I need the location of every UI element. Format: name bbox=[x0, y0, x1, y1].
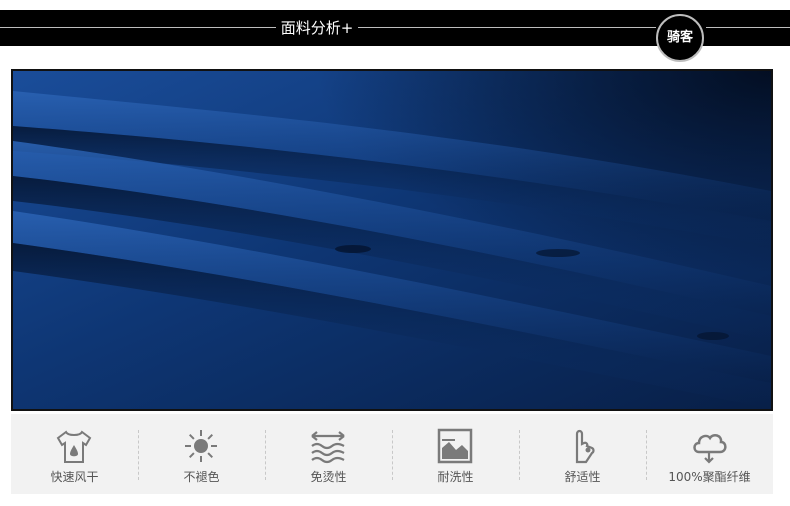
brand-badge: 骑客 bbox=[656, 14, 704, 62]
feature-label: 舒适性 bbox=[564, 470, 601, 484]
feature-material: 100%聚酯纤维 bbox=[646, 414, 773, 494]
fabric-folds-illustration bbox=[13, 71, 771, 409]
header-rule-right bbox=[706, 27, 790, 28]
feature-label: 100%聚酯纤维 bbox=[668, 470, 751, 484]
feature-label: 不褪色 bbox=[183, 470, 220, 484]
brand-name: 骑客 bbox=[666, 30, 693, 45]
feature-quick-dry: 快速风干 bbox=[11, 414, 138, 494]
feature-label: 耐洗性 bbox=[437, 470, 474, 484]
mountain-picture-icon bbox=[437, 428, 473, 464]
waves-arrows-icon bbox=[311, 431, 345, 464]
fabric-closeup-photo bbox=[11, 69, 773, 411]
section-header-bar: 面料分析+ 骑客 bbox=[0, 10, 790, 62]
fabric-features-strip: 快速风干 不褪色 免烫性 耐洗性 舒适性 100%聚酯纤维 bbox=[11, 414, 773, 494]
hand-icon bbox=[575, 429, 595, 464]
sun-icon bbox=[185, 430, 217, 462]
feature-label: 免烫性 bbox=[310, 470, 347, 484]
feature-label: 快速风干 bbox=[50, 470, 99, 484]
header-rule-left bbox=[0, 27, 276, 28]
section-title: 面料分析+ bbox=[280, 19, 354, 37]
header-rule-middle bbox=[358, 27, 656, 28]
feature-non-iron: 免烫性 bbox=[265, 414, 392, 494]
feature-comfort: 舒适性 bbox=[519, 414, 646, 494]
cloud-icon bbox=[693, 433, 727, 464]
feature-washable: 耐洗性 bbox=[392, 414, 519, 494]
tshirt-drop-icon bbox=[56, 430, 92, 463]
feature-colorfast: 不褪色 bbox=[138, 414, 265, 494]
